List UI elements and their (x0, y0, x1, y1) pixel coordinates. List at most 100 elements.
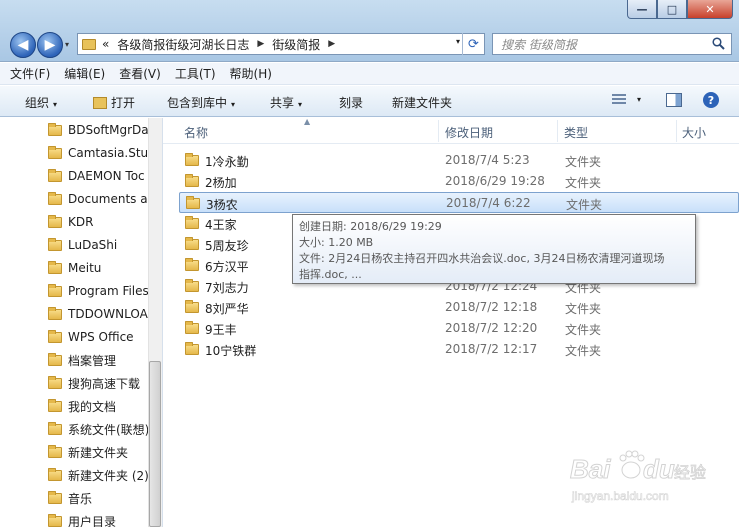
nav-folder-item[interactable]: 新建文件夹 (48, 442, 149, 462)
file-type: 文件夹 (565, 323, 602, 337)
open-button[interactable]: 打开 (93, 94, 135, 111)
address-bar[interactable]: « 各级简报街级河湖长日志 ▶ 街级简报 ▶ ▾ ⟳ (77, 33, 485, 55)
file-row[interactable]: 10宁铁群 2018/7/2 12:17 文件夹 (179, 339, 739, 360)
menu-help[interactable]: 帮助(H) (230, 65, 272, 82)
nav-folder-label: 档案管理 (68, 353, 117, 368)
file-row[interactable]: 1冷永勤 2018/7/4 5:23 文件夹 (179, 150, 739, 171)
column-divider[interactable] (557, 120, 558, 142)
caret-down-icon: ▾ (298, 100, 303, 109)
file-row-selected[interactable]: 3杨农 2018/7/4 6:22 文件夹 (179, 192, 739, 213)
nav-folder-item[interactable]: KDR (48, 212, 149, 232)
nav-folder-item[interactable]: 档案管理 (48, 350, 149, 370)
nav-folder-item[interactable]: Program Files (48, 281, 149, 301)
help-icon[interactable]: ? (703, 92, 719, 108)
nav-folder-item[interactable]: 新建文件夹 (2) (48, 465, 149, 485)
file-type: 文件夹 (566, 198, 603, 212)
sort-ascending-icon: ▲ (304, 117, 311, 126)
folder-icon (185, 216, 199, 229)
minimize-button[interactable]: — (627, 0, 657, 19)
include-in-library-button[interactable]: 包含到库中 ▾ (167, 94, 235, 111)
column-name[interactable]: 名称 (184, 124, 208, 141)
breadcrumb-separator-icon[interactable]: ▶ (328, 39, 335, 49)
nav-folder-item[interactable]: Documents ar (48, 189, 149, 209)
folder-info-tooltip: 创建日期: 2018/6/29 19:29 大小: 1.20 MB 文件: 2月… (292, 214, 696, 284)
navigation-pane: BDSoftMgrDa Camtasia.Stuc DAEMON Toc Doc… (0, 118, 163, 527)
nav-folder-label: Documents ar (68, 192, 149, 206)
folder-icon (185, 258, 199, 271)
preview-pane-icon[interactable] (666, 93, 682, 107)
nav-folder-item[interactable]: TDDOWNLOA (48, 304, 149, 324)
menu-tools[interactable]: 工具(T) (175, 65, 216, 82)
nav-folder-label: 新建文件夹 (68, 445, 129, 460)
folder-icon (185, 300, 199, 313)
column-divider[interactable] (438, 120, 439, 142)
nav-folder-item[interactable]: Meitu (48, 258, 149, 278)
share-label: 共享 (270, 96, 295, 110)
tooltip-size: 大小: 1.20 MB (299, 236, 374, 249)
close-button[interactable]: ✕ (687, 0, 733, 19)
file-row[interactable]: 9王丰 2018/7/2 12:20 文件夹 (179, 318, 739, 339)
file-name: 2杨加 (205, 176, 237, 190)
search-icon[interactable] (712, 37, 725, 50)
column-date[interactable]: 修改日期 (445, 124, 493, 141)
file-row[interactable]: 8刘严华 2018/7/2 12:18 文件夹 (179, 297, 739, 318)
folder-icon (185, 174, 199, 187)
nav-folder-item[interactable]: DAEMON Toc (48, 166, 149, 186)
menu-edit[interactable]: 编辑(E) (64, 65, 105, 82)
nav-folder-label: LuDaShi (68, 238, 118, 252)
nav-folder-item[interactable]: 用户目录 (48, 511, 149, 527)
back-button[interactable]: ◀ (10, 32, 36, 58)
address-dropdown-icon[interactable]: ▾ (456, 37, 460, 46)
folder-icon (185, 342, 199, 355)
share-button[interactable]: 共享 ▾ (270, 94, 302, 111)
nav-folder-item[interactable]: LuDaShi (48, 235, 149, 255)
caret-down-icon: ▾ (231, 100, 236, 109)
folder-icon (48, 168, 62, 182)
folder-icon (48, 398, 62, 412)
file-name: 7刘志力 (205, 281, 249, 295)
nav-folder-item[interactable]: 我的文档 (48, 396, 149, 416)
organize-button[interactable]: 组织 ▾ (25, 94, 57, 111)
file-row[interactable]: 2杨加 2018/6/29 19:28 文件夹 (179, 171, 739, 192)
view-caret-icon[interactable]: ▾ (637, 95, 641, 104)
tooltip-files-line1: 文件: 2月24日杨农主持召开四水共治会议.doc, 3月24日杨农清理河道现场 (299, 252, 665, 265)
menu-file[interactable]: 文件(F) (10, 65, 50, 82)
menu-view[interactable]: 查看(V) (119, 65, 161, 82)
nav-folder-label: TDDOWNLOA (68, 307, 148, 321)
nav-folder-item[interactable]: Camtasia.Stuc (48, 143, 149, 163)
breadcrumb-separator-icon[interactable]: ▶ (257, 39, 264, 49)
folder-icon (48, 513, 62, 527)
search-input[interactable]: 搜索 街级简报 (492, 33, 732, 55)
navigation-scrollbar-thumb[interactable] (149, 361, 161, 527)
folder-icon (48, 352, 62, 366)
caret-down-icon: ▾ (53, 100, 58, 109)
column-type[interactable]: 类型 (564, 124, 588, 141)
file-name: 10宁铁群 (205, 344, 257, 358)
column-divider[interactable] (676, 120, 677, 142)
nav-folder-label: 系统文件(联想) (68, 422, 149, 437)
maximize-button[interactable]: □ (657, 0, 687, 19)
refresh-icon[interactable]: ⟳ (462, 33, 484, 55)
burn-button[interactable]: 刻录 (339, 94, 363, 111)
recent-pages-chevron-icon[interactable]: ▾ (65, 40, 69, 49)
folder-icon (185, 153, 199, 166)
forward-button[interactable]: ▶ (37, 32, 63, 58)
baidu-watermark-logo: Bai du 经验 jingyan.baidu.com (570, 450, 706, 503)
nav-folder-item[interactable]: 系统文件(联想) (48, 419, 149, 439)
nav-folder-item[interactable]: WPS Office (48, 327, 149, 347)
breadcrumb-current[interactable]: 街级简报 (272, 36, 320, 53)
column-size[interactable]: 大小 (682, 124, 706, 141)
nav-folder-item[interactable]: 搜狗高速下载 (48, 373, 149, 393)
folder-icon (48, 214, 62, 228)
nav-folder-item[interactable]: BDSoftMgrDa (48, 120, 149, 140)
include-in-library-label: 包含到库中 (167, 96, 228, 110)
view-options-icon[interactable] (612, 94, 626, 106)
breadcrumb-overflow[interactable]: « (102, 37, 109, 51)
nav-folder-item[interactable]: 音乐 (48, 488, 149, 508)
column-header-row: 名称 ▲ 修改日期 类型 大小 (163, 117, 739, 144)
breadcrumb-parent[interactable]: 各级简报街级河湖长日志 (117, 36, 249, 53)
new-folder-button[interactable]: 新建文件夹 (392, 94, 452, 111)
nav-folder-label: 用户目录 (68, 514, 117, 527)
menu-bar: 文件(F) 编辑(E) 查看(V) 工具(T) 帮助(H) (0, 63, 739, 85)
tooltip-created: 创建日期: 2018/6/29 19:29 (299, 220, 442, 233)
